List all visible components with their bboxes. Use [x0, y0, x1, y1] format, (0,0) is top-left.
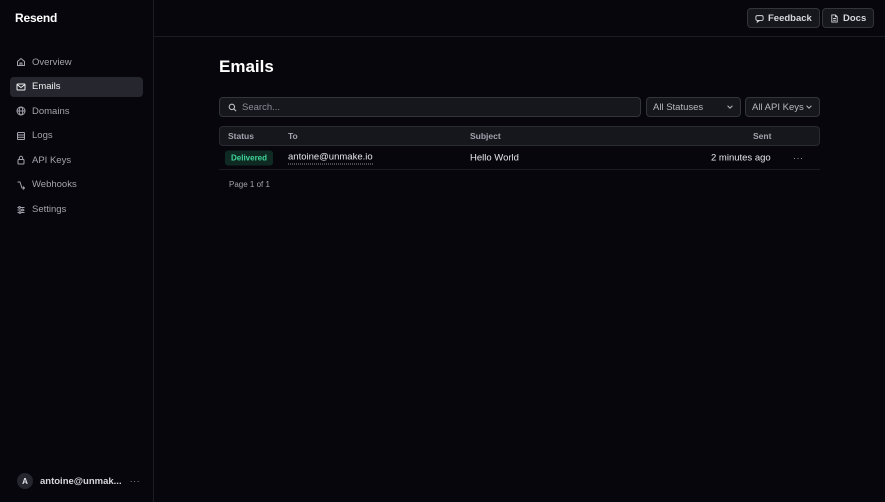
sent-time-cell: 2 minutes ago	[711, 152, 771, 163]
api-key-filter-value: All API Keys	[752, 101, 804, 113]
user-menu[interactable]: A antoine@unmak... ···	[17, 473, 142, 489]
sidebar-item-settings[interactable]: Settings	[10, 200, 143, 220]
sidebar-item-label: Domains	[32, 105, 70, 117]
sidebar-item-label: API Keys	[32, 154, 72, 166]
sidebar-nav: Overview Emails Domains Logs API Keys We…	[10, 52, 143, 224]
column-header-subject[interactable]: Subject	[470, 131, 501, 141]
column-header-status[interactable]: Status	[228, 131, 254, 141]
feedback-button[interactable]: Feedback	[747, 8, 820, 28]
lock-icon	[17, 156, 25, 165]
pagination-text: Page 1 of 1	[229, 180, 270, 189]
search-box[interactable]	[219, 97, 641, 117]
topbar: Feedback Docs	[154, 0, 885, 37]
sidebar-item-label: Logs	[32, 130, 53, 142]
status-badge: Delivered	[225, 150, 274, 165]
sidebar-item-domains[interactable]: Domains	[10, 101, 143, 121]
sidebar: Resend Overview Emails Domains Logs API …	[0, 0, 154, 502]
sidebar-item-api-keys[interactable]: API Keys	[10, 150, 143, 170]
chat-bubble-icon	[755, 14, 764, 23]
table-row[interactable]: Delivered antoine@unmake.io Hello World …	[219, 146, 820, 170]
sidebar-item-webhooks[interactable]: Webhooks	[10, 175, 143, 195]
sidebar-item-overview[interactable]: Overview	[10, 52, 143, 72]
user-more-icon[interactable]: ···	[130, 476, 141, 486]
logs-icon	[17, 131, 25, 140]
globe-icon	[16, 106, 26, 116]
sidebar-item-label: Settings	[32, 204, 67, 216]
chevron-down-icon	[806, 105, 812, 109]
page-title: Emails	[219, 57, 274, 76]
search-icon	[228, 103, 237, 111]
subject-cell: Hello World	[470, 152, 519, 163]
api-key-filter-select[interactable]: All API Keys	[745, 97, 820, 117]
app-logo[interactable]: Resend	[15, 11, 57, 25]
sidebar-item-label: Overview	[32, 56, 72, 68]
sidebar-item-logs[interactable]: Logs	[10, 126, 143, 146]
webhook-icon	[17, 181, 26, 190]
column-header-to[interactable]: To	[288, 131, 298, 141]
sidebar-item-label: Webhooks	[32, 179, 77, 191]
docs-button[interactable]: Docs	[822, 8, 875, 28]
docs-label: Docs	[843, 12, 867, 24]
emails-table: Status To Subject Sent Delivered antoine…	[219, 126, 820, 170]
status-filter-select[interactable]: All Statuses	[646, 97, 741, 117]
avatar[interactable]: A	[17, 473, 33, 489]
recipient-link[interactable]: antoine@unmake.io	[288, 151, 373, 164]
row-more-icon[interactable]: ···	[793, 153, 804, 163]
chevron-down-icon	[727, 105, 733, 109]
table-header: Status To Subject Sent	[219, 126, 820, 146]
search-input[interactable]	[242, 101, 622, 113]
feedback-label: Feedback	[768, 12, 812, 24]
home-icon	[17, 57, 25, 66]
user-email: antoine@unmak...	[40, 475, 122, 487]
sidebar-item-label: Emails	[32, 81, 61, 93]
mail-icon	[16, 83, 26, 91]
document-icon	[831, 13, 838, 23]
column-header-sent[interactable]: Sent	[753, 131, 771, 141]
settings-sliders-icon	[17, 205, 25, 214]
status-filter-value: All Statuses	[653, 101, 704, 113]
sidebar-item-emails[interactable]: Emails	[10, 76, 143, 97]
